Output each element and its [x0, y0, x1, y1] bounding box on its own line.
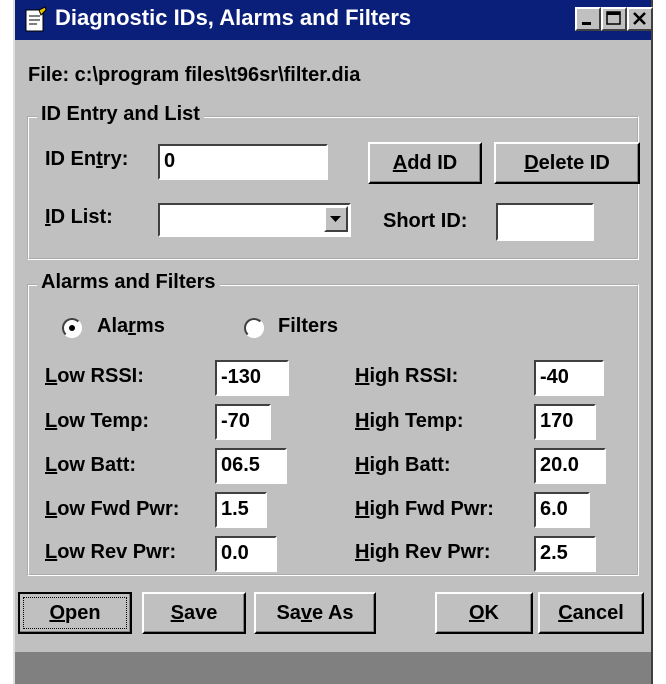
high-batt-label: High Batt:	[355, 454, 451, 476]
title-bar[interactable]: Diagnostic IDs, Alarms and Filters	[15, 0, 653, 40]
low-fwd-pwr-input[interactable]: 1.5	[215, 492, 267, 528]
status-strip	[15, 652, 651, 684]
low-temp-label: Low Temp:	[45, 410, 150, 432]
id-entry-label: ID Entry:	[45, 148, 129, 170]
alarms-group-legend: Alarms and Filters	[37, 271, 220, 294]
low-batt-label: Low Batt:	[45, 454, 137, 476]
low-batt-input[interactable]: 06.5	[215, 448, 287, 484]
low-rev-pwr-label: Low Rev Pwr:	[45, 541, 177, 563]
id-entry-input[interactable]: 0	[158, 144, 328, 180]
filters-radio[interactable]	[244, 318, 264, 338]
alarms-radio[interactable]	[62, 318, 82, 338]
close-button[interactable]	[627, 7, 653, 31]
short-id-input[interactable]	[496, 203, 594, 241]
close-icon	[633, 12, 646, 25]
ok-button[interactable]: OK	[435, 592, 533, 634]
open-button[interactable]: Open	[18, 592, 132, 634]
high-rssi-input[interactable]: -40	[534, 360, 604, 396]
low-rssi-label: Low RSSI:	[45, 365, 144, 387]
high-rev-pwr-label: High Rev Pwr:	[355, 541, 491, 563]
save-button[interactable]: Save	[142, 592, 246, 634]
window-title: Diagnostic IDs, Alarms and Filters	[55, 5, 412, 30]
high-rev-pwr-input[interactable]: 2.5	[534, 536, 596, 572]
id-list-label: ID List:	[45, 206, 113, 228]
alarms-radio-label[interactable]: Alarms	[97, 315, 165, 338]
notepad-icon	[25, 6, 47, 32]
low-temp-input[interactable]: -70	[215, 404, 271, 440]
high-temp-input[interactable]: 170	[534, 404, 596, 440]
high-fwd-pwr-input[interactable]: 6.0	[534, 492, 590, 528]
maximize-icon	[606, 11, 621, 25]
id-list-dropdown-button[interactable]	[324, 206, 348, 232]
high-temp-label: High Temp:	[355, 410, 464, 432]
delete-id-button[interactable]: Delete ID	[494, 142, 640, 184]
high-batt-input[interactable]: 20.0	[534, 448, 606, 484]
maximize-button[interactable]	[601, 7, 627, 31]
save-as-button[interactable]: Save As	[254, 592, 376, 634]
high-fwd-pwr-label: High Fwd Pwr:	[355, 498, 494, 520]
short-id-label: Short ID:	[383, 210, 468, 232]
low-rev-pwr-input[interactable]: 0.0	[215, 536, 277, 572]
file-path-label: File: c:\program files\t96sr\filter.dia	[28, 64, 361, 86]
chevron-down-icon	[330, 216, 341, 222]
cancel-button[interactable]: Cancel	[538, 592, 644, 634]
dialog-window: Diagnostic IDs, Alarms and Filters File:…	[13, 0, 653, 684]
radio-selected-dot	[69, 325, 75, 331]
minimize-icon	[582, 22, 591, 25]
minimize-button[interactable]	[575, 7, 601, 31]
high-rssi-label: High RSSI:	[355, 365, 459, 387]
add-id-button[interactable]: Add ID	[368, 142, 482, 184]
filters-radio-label[interactable]: Filters	[278, 315, 338, 338]
id-list-dropdown[interactable]	[158, 203, 351, 237]
low-fwd-pwr-label: Low Fwd Pwr:	[45, 498, 180, 520]
low-rssi-input[interactable]: -130	[215, 360, 289, 396]
id-group-legend: ID Entry and List	[37, 103, 204, 126]
